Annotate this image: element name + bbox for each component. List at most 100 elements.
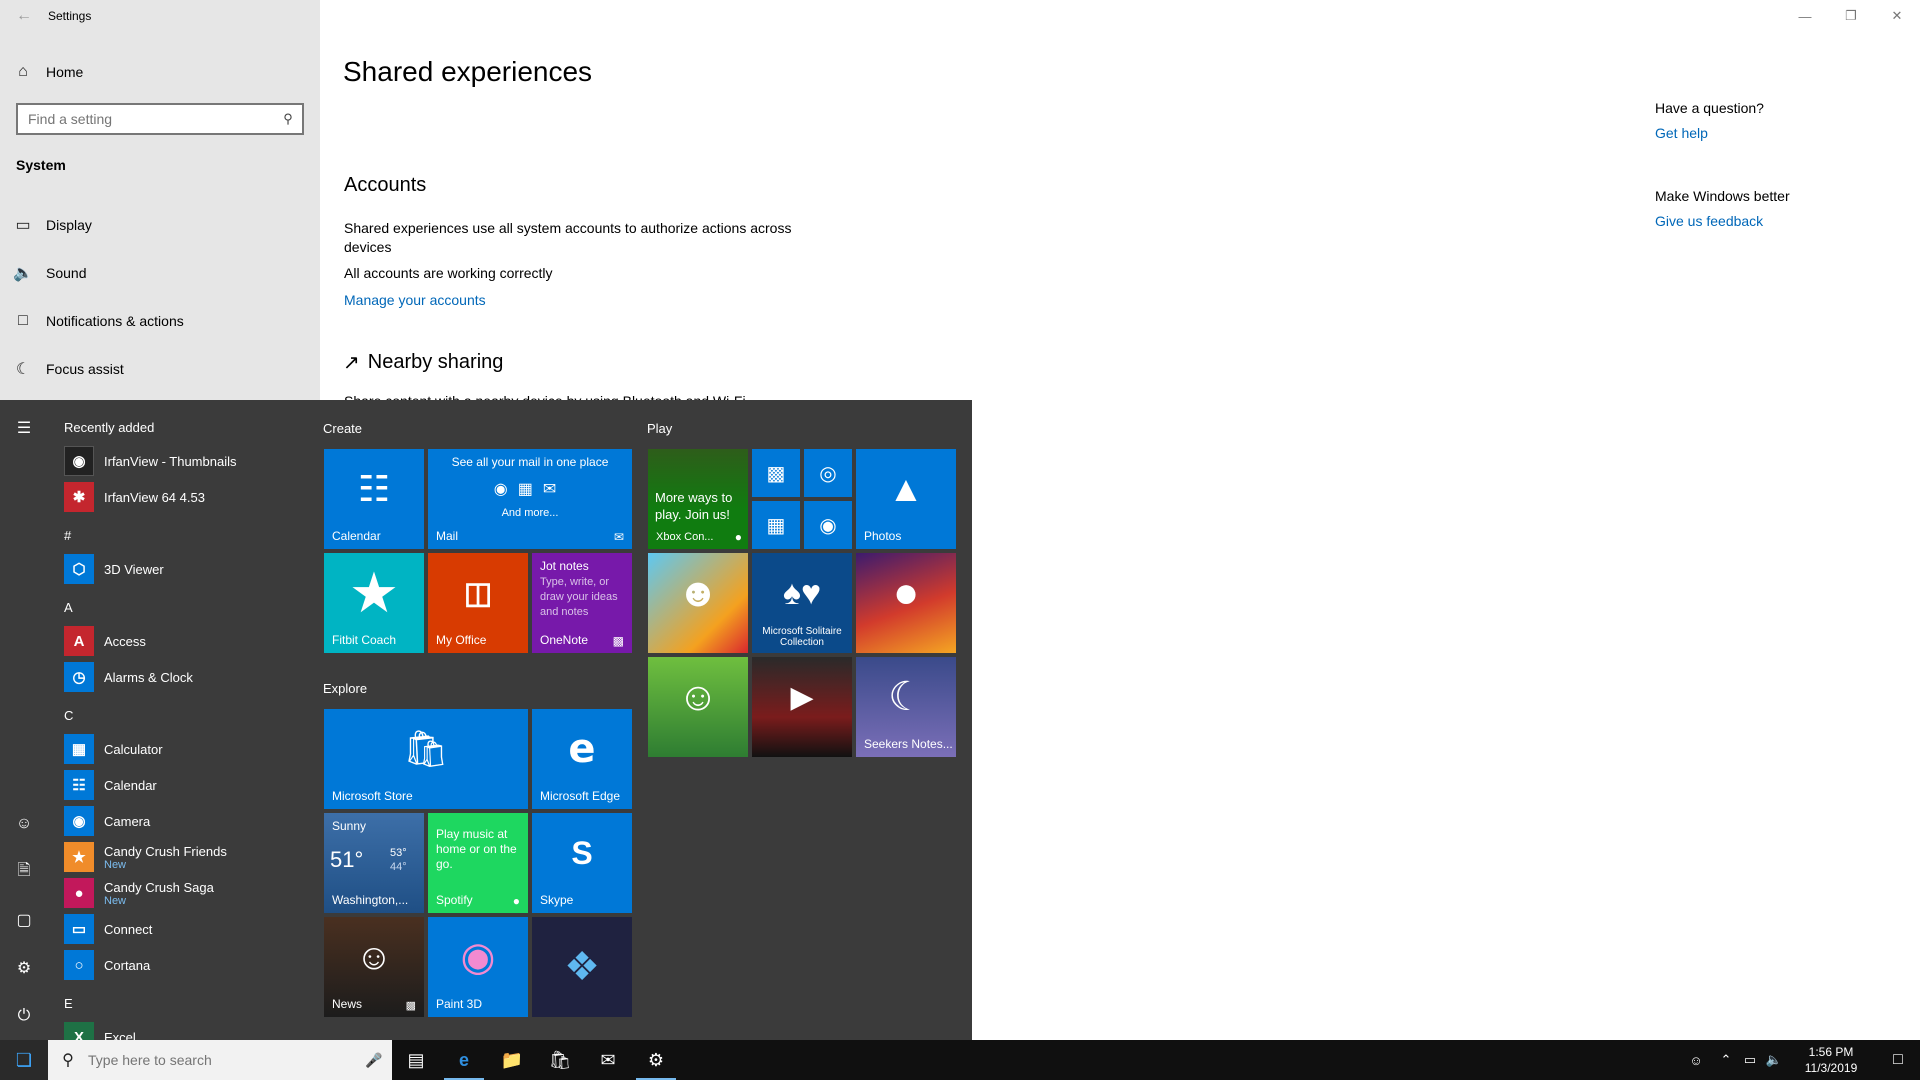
list-item-candy-crush-saga[interactable]: ● Candy Crush Saga New [64,875,314,911]
app-name: Calendar [104,777,157,793]
documents-icon[interactable]: 🗎 [0,848,48,896]
list-item-3d-viewer[interactable]: ⬡ 3D Viewer [64,551,314,587]
get-help-link[interactable]: Get help [1655,125,1895,141]
chevron-up-icon[interactable]: ⌃ [1714,1052,1738,1068]
nav-focus-assist[interactable]: ☾ Focus assist [0,347,320,391]
clock[interactable]: 1:56 PM 11/3/2019 [1786,1044,1876,1076]
list-item-alarms[interactable]: ◷ Alarms & Clock [64,659,314,695]
page-title: Shared experiences [343,56,593,87]
tile-photos[interactable]: ▲ Photos [856,449,956,549]
list-item-excel[interactable]: X Excel [64,1019,314,1040]
group-hash[interactable]: # [64,528,71,543]
window-controls: — ❐ ✕ [1782,0,1920,32]
gardener-icon: ☺ [677,674,719,719]
tile-asphalt[interactable]: ▶ [752,657,852,757]
close-icon[interactable]: ✕ [1874,0,1920,32]
nearby-title: Nearby sharing [367,351,504,373]
tile-candy-crush-friends[interactable]: ☻ [648,553,748,653]
tile-gardenscapes[interactable]: ☺ [648,657,748,757]
group-c[interactable]: C [64,708,73,723]
list-item-irfanview[interactable]: ✱ IrfanView 64 4.53 [64,479,314,515]
pictures-icon[interactable]: ▢ [0,896,48,944]
tile-xbox-console[interactable]: More ways to play. Join us! Xbox Con... … [648,449,748,549]
volume-icon[interactable]: 🔈 [1762,1052,1786,1068]
find-setting-search[interactable]: ⚲ [16,103,304,135]
hamburger-menu-icon[interactable]: ☰ [0,404,48,452]
taskbar-search[interactable]: ⚲ 🎤 [48,1040,392,1080]
nav-home[interactable]: ⌂ Home [0,50,320,94]
nav-sound[interactable]: 🔈 Sound [0,251,320,295]
list-item-irfanview-thumbnails[interactable]: ◉ IrfanView - Thumbnails [64,443,314,479]
settings-gear-icon[interactable]: ⚙ [0,944,48,992]
nav-label: Focus assist [46,361,124,377]
minimize-icon[interactable]: — [1782,0,1828,32]
tile-weather[interactable]: Sunny 51° 53° 44° Washington,... [324,813,424,913]
list-item-access[interactable]: A Access [64,623,314,659]
group-a[interactable]: A [64,600,73,615]
windows-start-icon[interactable]: ❏ [0,1040,48,1080]
tile-onenote[interactable]: Jot notes Type, write, or draw your idea… [532,553,632,653]
playing-cards-icon: ♠♥ [782,573,822,612]
tile-calendar[interactable]: ☷ Calendar [324,449,424,549]
user-account-icon[interactable]: ☺ [0,800,48,848]
tile-mail[interactable]: See all your mail in one place ◉▦✉ And m… [428,449,632,549]
tile-skype[interactable]: S Skype [532,813,632,913]
settings-taskbar-icon[interactable]: ⚙ [632,1040,680,1080]
nav-notifications[interactable]: □ Notifications & actions [0,299,320,343]
cube-icon: ⬡ [64,554,94,584]
access-icon: A [64,626,94,656]
action-center-icon[interactable]: □ [1876,1051,1920,1069]
group-e[interactable]: E [64,996,73,1011]
tile-maps[interactable]: ◉ [804,501,852,549]
file-explorer-icon[interactable]: 📁 [488,1040,536,1080]
list-item-camera[interactable]: ◉ Camera [64,803,314,839]
find-setting-input[interactable] [18,111,274,127]
tile-microsoft-edge[interactable]: e Microsoft Edge [532,709,632,809]
list-item-cortana[interactable]: ○ Cortana [64,947,314,983]
store-taskbar-icon[interactable]: 🛍 [536,1040,584,1080]
app-name: Camera [104,813,151,829]
nav-display[interactable]: ▭ Display [0,203,320,247]
tile-photo-app[interactable]: ❖ [532,917,632,1017]
accounts-heading: Accounts [344,174,427,196]
tile-seekers-notes[interactable]: ☾ Seekers Notes... [856,657,956,757]
power-icon[interactable]: ⏻ [0,992,48,1040]
network-icon[interactable]: ▭ [1738,1052,1762,1068]
microphone-icon[interactable]: 🎤 [356,1052,392,1069]
people-icon[interactable]: ☺ [1678,1053,1714,1068]
list-item-calculator[interactable]: ▦ Calculator [64,731,314,767]
help-question: Have a question? [1655,100,1764,116]
manage-accounts-link[interactable]: Manage your accounts [344,291,804,310]
back-arrow-icon[interactable]: ← [0,0,48,32]
tile-solitaire[interactable]: ♠♥ Microsoft Solitaire Collection [752,553,852,653]
onenote-title: Jot notes [540,559,589,573]
list-item-calendar[interactable]: ☷ Calendar [64,767,314,803]
tile-news[interactable]: ☺ News ▩ [324,917,424,1017]
task-view-icon[interactable]: ▤ [392,1040,440,1080]
clock-date: 11/3/2019 [1804,1061,1858,1075]
tile-microsoft-store[interactable]: 🛍 Microsoft Store [324,709,528,809]
tile-movies[interactable]: ▩ [752,449,800,497]
tile-label: Mail [436,529,459,543]
tile-my-office[interactable]: ◫ My Office [428,553,528,653]
camera-icon: ◉ [64,806,94,836]
mail-more: And more... [501,507,559,519]
tile-spotify[interactable]: Play music at home or on the go. Spotify… [428,813,528,913]
edge-taskbar-icon[interactable]: e [440,1040,488,1080]
list-item-candy-crush-friends[interactable]: ★ Candy Crush Friends New [64,839,314,875]
new-badge: New [104,858,127,871]
tile-calculator[interactable]: ▦ [752,501,800,549]
tile-label: Spotify [436,893,473,907]
tile-candy-crush-saga[interactable]: ● [856,553,956,653]
tile-paint-3d[interactable]: ◉ Paint 3D [428,917,528,1017]
mail-taskbar-icon[interactable]: ✉ [584,1040,632,1080]
list-item-connect[interactable]: ▭ Connect [64,911,314,947]
search-icon[interactable]: ⚲ [274,111,302,127]
recently-added-header: Recently added [64,420,155,435]
feedback-link[interactable]: Give us feedback [1655,213,1895,229]
taskbar-search-input[interactable] [88,1052,356,1068]
tile-fitbit-coach[interactable]: ★ Fitbit Coach [324,553,424,653]
app-title: Candy Crush Saga [104,879,214,895]
restore-icon[interactable]: ❐ [1828,0,1874,32]
tile-groove[interactable]: ◎ [804,449,852,497]
